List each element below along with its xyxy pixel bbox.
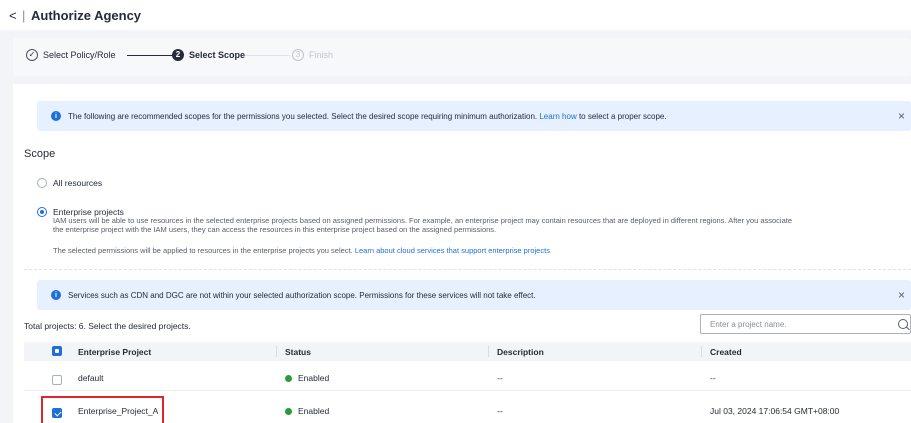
radio-all-resources[interactable] [37,178,47,188]
check-circle-icon: ✓ [26,49,38,61]
page-header: < | Authorize Agency [0,0,911,30]
project-name: default [78,373,104,383]
column-divider [701,346,702,357]
step-label: Finish [309,50,334,60]
enterprise-projects-description: the enterprise project with the IAM user… [53,225,497,234]
close-icon[interactable]: × [898,288,905,302]
info-icon: i [51,111,61,121]
row-checkbox[interactable] [52,375,62,385]
status-dot-icon [285,408,292,415]
radio-enterprise-projects[interactable] [37,207,47,217]
info-icon: i [51,290,61,300]
enterprise-projects-description: IAM users will be able to use resources … [53,216,793,225]
page-title: Authorize Agency [31,8,142,23]
services-alert: i Services such as CDN and DGC are not w… [37,280,911,310]
step-indicator: ✓ Select Policy/Role 2 Select Scope 3 Fi… [13,38,911,76]
table-row[interactable]: default Enabled -- -- [24,366,911,391]
created-cell: Jul 03, 2024 17:06:54 GMT+08:00 [710,406,840,416]
description-cell: -- [497,406,503,416]
selection-highlight-box [41,396,164,423]
column-divider [488,346,489,357]
status-cell: Enabled [285,406,329,416]
alert-text: to select a proper scope. [578,111,667,121]
column-header: Description [497,347,544,357]
learn-how-link[interactable]: Learn how [539,112,576,121]
created-cell: -- [710,373,716,383]
search-input[interactable] [708,319,887,330]
status-cell: Enabled [285,373,329,383]
cloud-services-link[interactable]: Learn about cloud services that support … [355,246,550,255]
radio-label: All resources [53,178,103,188]
total-projects-text: Total projects: 6. Select the desired pr… [24,321,191,331]
step-select-scope: 2 Select Scope [172,49,245,61]
recommendation-alert: i The following are recommended scopes f… [37,101,911,131]
description-cell: -- [497,373,503,383]
scope-heading: Scope [24,148,56,160]
select-all-checkbox[interactable] [52,346,62,356]
column-header: Enterprise Project [78,347,152,357]
step-finish: 3 Finish [292,49,333,61]
step-label: Select Policy/Role [43,50,116,60]
column-divider [276,346,277,357]
step-select-policy: ✓ Select Policy/Role [26,49,116,61]
scope-note: The selected permissions will be applied… [53,246,550,255]
step-connector [127,55,172,56]
header-separator: | [22,8,26,23]
step-number-icon: 3 [292,49,304,61]
column-header: Status [285,347,311,357]
divider [24,269,911,270]
alert-text: The following are recommended scopes for… [68,111,538,121]
close-icon[interactable]: × [898,109,905,123]
table-header: Enterprise Project Status Description Cr… [24,342,911,361]
back-icon[interactable]: < [9,8,17,23]
step-connector [245,55,290,56]
project-search [700,314,911,334]
status-dot-icon [285,375,292,382]
search-icon[interactable] [898,319,908,329]
column-header: Created [710,347,742,357]
step-label: Select Scope [189,50,246,60]
step-number-icon: 2 [172,49,184,61]
alert-text: Services such as CDN and DGC are not wit… [68,290,536,300]
